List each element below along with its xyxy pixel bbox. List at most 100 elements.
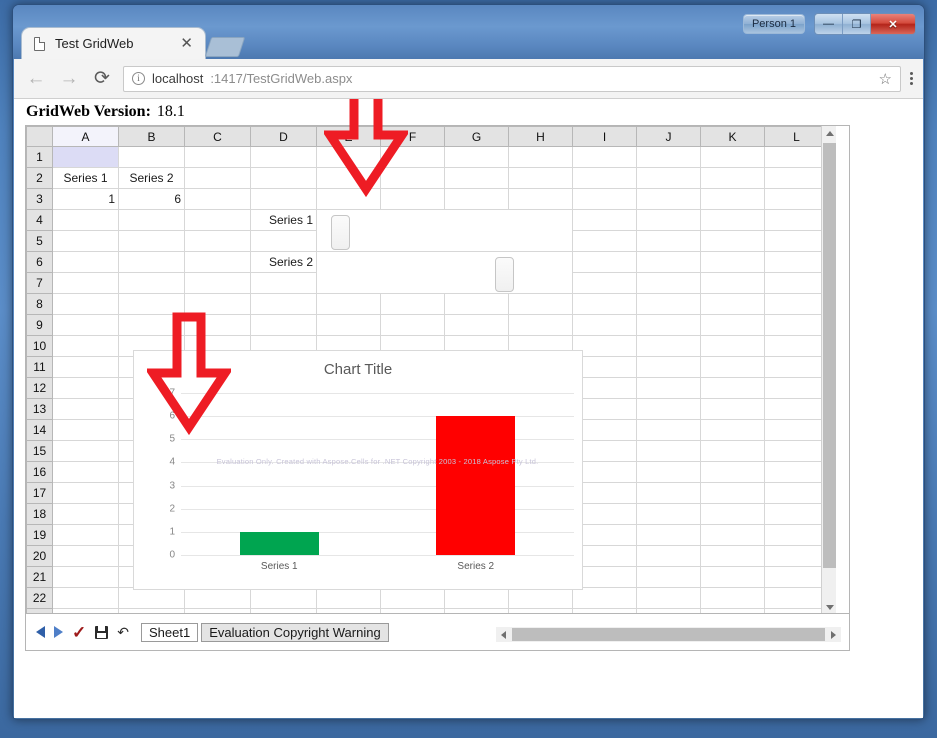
cell-h3[interactable] [508, 188, 573, 210]
cell-k16[interactable] [700, 461, 765, 483]
row-header-9[interactable]: 9 [26, 314, 53, 336]
cell-l20[interactable] [764, 545, 829, 567]
cell-e2[interactable] [316, 167, 381, 189]
cell-g3[interactable] [444, 188, 509, 210]
cell-b9[interactable] [118, 314, 185, 336]
cell-l16[interactable] [764, 461, 829, 483]
cell-b1[interactable] [118, 146, 185, 168]
cell-c8[interactable] [184, 293, 251, 315]
cell-d5[interactable] [250, 230, 317, 252]
cell-l19[interactable] [764, 524, 829, 546]
cell-c6[interactable] [184, 251, 251, 273]
column-header-k[interactable]: K [700, 126, 765, 147]
cell-l7[interactable] [764, 272, 829, 294]
cell-c22[interactable] [184, 587, 251, 609]
cell-e1[interactable] [316, 146, 381, 168]
cell-h9[interactable] [508, 314, 573, 336]
cell-j1[interactable] [636, 146, 701, 168]
cell-a22[interactable] [52, 587, 119, 609]
series-2-slider-thumb[interactable] [495, 257, 514, 292]
row-header-14[interactable]: 14 [26, 419, 53, 441]
row-header-20[interactable]: 20 [26, 545, 53, 567]
cell-e8[interactable] [316, 293, 381, 315]
cell-k22[interactable] [700, 587, 765, 609]
cell-l15[interactable] [764, 440, 829, 462]
save-icon[interactable] [95, 625, 109, 639]
cell-i6[interactable] [572, 251, 637, 273]
cell-i5[interactable] [572, 230, 637, 252]
row-header-16[interactable]: 16 [26, 461, 53, 483]
cell-f2[interactable] [380, 167, 445, 189]
cell-l13[interactable] [764, 398, 829, 420]
column-header-i[interactable]: I [572, 126, 637, 147]
cell-a15[interactable] [52, 440, 119, 462]
chart-bar-1[interactable] [239, 531, 319, 555]
cell-i9[interactable] [572, 314, 637, 336]
cell-k18[interactable] [700, 503, 765, 525]
cell-j14[interactable] [636, 419, 701, 441]
series-1-slider[interactable] [316, 209, 573, 252]
cell-c5[interactable] [184, 230, 251, 252]
row-header-15[interactable]: 15 [26, 440, 53, 462]
cell-d22[interactable] [250, 587, 317, 609]
cell-b2[interactable]: Series 2 [118, 167, 185, 189]
cell-k10[interactable] [700, 335, 765, 357]
forward-icon[interactable]: → [57, 67, 81, 91]
cell-l3[interactable] [764, 188, 829, 210]
cell-d3[interactable] [250, 188, 317, 210]
cell-f1[interactable] [380, 146, 445, 168]
series-2-slider[interactable] [316, 251, 573, 294]
cell-k11[interactable] [700, 356, 765, 378]
cell-b5[interactable] [118, 230, 185, 252]
cell-l9[interactable] [764, 314, 829, 336]
back-icon[interactable]: ← [24, 67, 48, 91]
cell-j21[interactable] [636, 566, 701, 588]
cell-e9[interactable] [316, 314, 381, 336]
cell-l18[interactable] [764, 503, 829, 525]
column-header-g[interactable]: G [444, 126, 509, 147]
cell-a11[interactable] [52, 356, 119, 378]
cell-a3[interactable]: 1 [52, 188, 119, 210]
next-sheet-icon[interactable] [54, 626, 63, 638]
cell-j7[interactable] [636, 272, 701, 294]
column-header-h[interactable]: H [508, 126, 573, 147]
cell-e3[interactable] [316, 188, 381, 210]
close-window-button[interactable]: ✕ [871, 14, 915, 34]
cell-i7[interactable] [572, 272, 637, 294]
cell-j6[interactable] [636, 251, 701, 273]
cell-i3[interactable] [572, 188, 637, 210]
cell-l17[interactable] [764, 482, 829, 504]
cell-k6[interactable] [700, 251, 765, 273]
cell-a9[interactable] [52, 314, 119, 336]
cell-e22[interactable] [316, 587, 381, 609]
cell-k5[interactable] [700, 230, 765, 252]
row-header-8[interactable]: 8 [26, 293, 53, 315]
chart-bar-2[interactable] [436, 416, 516, 555]
cell-a10[interactable] [52, 335, 119, 357]
column-header-l[interactable]: L [764, 126, 829, 147]
row-header-1[interactable]: 1 [26, 146, 53, 168]
cell-i4[interactable] [572, 209, 637, 231]
cell-k14[interactable] [700, 419, 765, 441]
cell-k3[interactable] [700, 188, 765, 210]
row-header-7[interactable]: 7 [26, 272, 53, 294]
cell-j8[interactable] [636, 293, 701, 315]
new-tab-button[interactable] [204, 37, 246, 57]
cell-i2[interactable] [572, 167, 637, 189]
cell-j20[interactable] [636, 545, 701, 567]
confirm-check-icon[interactable]: ✓ [72, 624, 86, 641]
cell-a17[interactable] [52, 482, 119, 504]
cell-f8[interactable] [380, 293, 445, 315]
cell-f3[interactable] [380, 188, 445, 210]
scroll-up-button[interactable] [822, 126, 836, 141]
vertical-scroll-thumb[interactable] [823, 143, 836, 568]
cell-a12[interactable] [52, 377, 119, 399]
column-header-d[interactable]: D [250, 126, 317, 147]
cell-l4[interactable] [764, 209, 829, 231]
cell-c4[interactable] [184, 209, 251, 231]
cell-j3[interactable] [636, 188, 701, 210]
cell-a13[interactable] [52, 398, 119, 420]
row-header-5[interactable]: 5 [26, 230, 53, 252]
bar-chart[interactable]: Chart Title 0 1 2 3 4 5 6 7 Series 1 Series 2 Eval… [133, 350, 583, 590]
column-header-c[interactable]: C [184, 126, 251, 147]
